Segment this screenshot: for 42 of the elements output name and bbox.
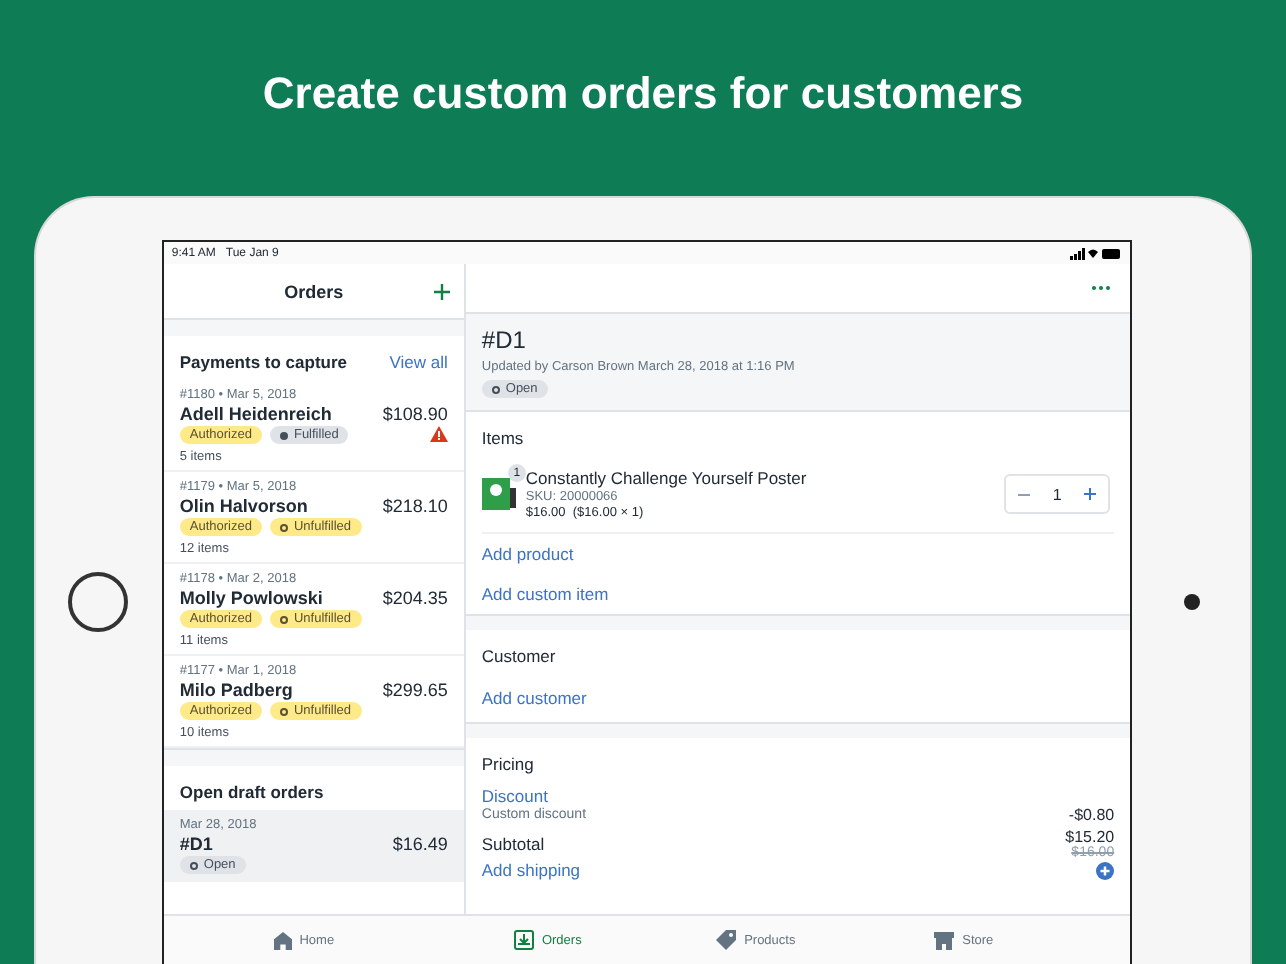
order-total: $108.90 [382,404,448,424]
customer-name: Molly Powlowski [179,588,325,608]
plus-icon[interactable] [1084,488,1097,500]
order-total: $218.10 [382,496,448,516]
discount-link[interactable]: Discount [481,786,548,806]
add-link[interactable]: Add product [481,534,574,574]
house-icon [273,931,292,949]
draft-total: $16.49 [392,834,448,854]
tag-icon [716,930,737,950]
customer-name: Olin Halvorson [179,496,310,516]
pane-title: Orders [284,281,344,301]
add-icon[interactable] [1096,861,1115,879]
draft-title: #D1 [481,326,526,354]
camera-dot [1183,594,1200,610]
section-title: Items [481,426,526,452]
section-title: Pricing [481,752,536,778]
quantity-value: 1 [1052,485,1062,503]
view-all-link[interactable]: View all [389,352,448,372]
section-title: Payments to capture [179,352,348,372]
add-icon[interactable] [433,284,450,300]
discount-value: -$0.80 [1068,806,1115,824]
order-total: $204.35 [382,588,448,608]
headline: Create custom orders for customers [262,68,1024,120]
quantity-stepper[interactable]: 1 [1004,474,1111,514]
add-shipping-link[interactable]: Add shipping [481,860,581,880]
add-customer-link[interactable]: Add customer [481,678,587,722]
section-title: Customer [481,644,558,670]
order-total: $299.65 [382,680,448,700]
subtotal-label: Subtotal [481,834,545,854]
add-link[interactable]: Add custom item [481,574,609,614]
customer-name: Adell Heidenreich [179,404,334,424]
draft-number: #D1 [179,834,215,854]
storefront-icon [934,931,955,949]
customer-name: Milo Padberg [179,680,295,700]
home-button[interactable] [68,572,129,632]
poster-thumbnail-icon [481,476,516,512]
section-title: Open draft orders [179,782,324,802]
inbox-icon [513,930,534,950]
minus-icon[interactable] [1017,493,1030,495]
product-name: Constantly Challenge Yourself Poster [525,468,809,488]
subtotal-value: $15.20 [1065,828,1115,846]
status-icons [1070,247,1123,259]
